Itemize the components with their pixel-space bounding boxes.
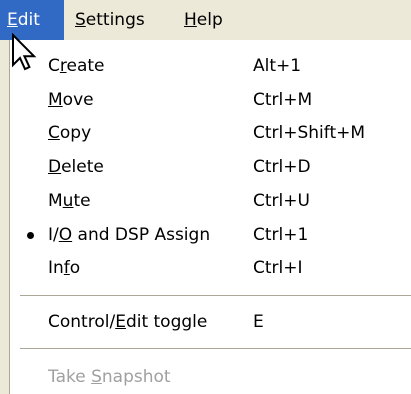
label-suffix: o bbox=[69, 258, 81, 278]
label-suffix: elete bbox=[61, 157, 104, 177]
label-suffix: and DSP Assign bbox=[72, 225, 211, 245]
menu-separator bbox=[20, 348, 411, 350]
label-mnemonic: D bbox=[48, 157, 62, 177]
menu-item-mute-label: Mute bbox=[48, 185, 91, 218]
label-prefix: Take bbox=[48, 367, 92, 387]
label-mnemonic: S bbox=[91, 367, 102, 387]
label-prefix: I/ bbox=[48, 225, 59, 245]
label-suffix: napshot bbox=[101, 367, 171, 387]
menu-help[interactable]: Help bbox=[175, 0, 232, 40]
menu-edit[interactable]: Edit bbox=[0, 0, 64, 40]
menu-item-mute[interactable]: Mute Ctrl+U bbox=[10, 185, 411, 218]
menu-item-info[interactable]: Info Ctrl+I bbox=[10, 252, 411, 285]
menu-item-create-shortcut: Alt+1 bbox=[253, 56, 302, 76]
menu-item-move-shortcut: Ctrl+M bbox=[253, 90, 313, 110]
menu-item-control-edit-toggle[interactable]: Control/Edit toggle E bbox=[10, 306, 411, 339]
menu-item-create-label: Create bbox=[48, 50, 105, 83]
label-prefix: C bbox=[48, 56, 60, 76]
label-suffix: ove bbox=[62, 90, 94, 110]
menu-item-io-dsp-assign-shortcut: Ctrl+1 bbox=[253, 225, 309, 245]
menu-item-take-snapshot-label: Take Snapshot bbox=[48, 361, 171, 394]
label-suffix: opy bbox=[59, 123, 92, 143]
menu-edit-mnemonic: E bbox=[7, 10, 18, 30]
label-prefix: In bbox=[48, 258, 64, 278]
menu-item-io-dsp-assign-label: I/O and DSP Assign bbox=[48, 219, 210, 252]
label-prefix: Control/ bbox=[48, 312, 116, 332]
menu-settings-label: ettings bbox=[85, 10, 145, 30]
label-mnemonic: r bbox=[59, 56, 67, 76]
menu-item-io-dsp-assign[interactable]: I/O and DSP Assign Ctrl+1 bbox=[10, 219, 411, 252]
menu-item-delete-shortcut: Ctrl+D bbox=[253, 157, 311, 177]
menu-item-info-label: Info bbox=[48, 252, 80, 285]
label-suffix: te bbox=[73, 191, 91, 211]
label-mnemonic: E bbox=[115, 312, 126, 332]
menu-item-move-label: Move bbox=[48, 84, 94, 117]
menu-item-take-snapshot: Take Snapshot bbox=[10, 361, 411, 394]
menu-item-copy[interactable]: Copy Ctrl+Shift+M bbox=[10, 117, 411, 150]
menu-item-copy-shortcut: Ctrl+Shift+M bbox=[253, 123, 366, 143]
label-mnemonic: M bbox=[48, 90, 63, 110]
menu-item-move[interactable]: Move Ctrl+M bbox=[10, 84, 411, 117]
menu-item-delete-label: Delete bbox=[48, 151, 104, 184]
label-mnemonic: u bbox=[62, 191, 74, 211]
menu-item-mute-shortcut: Ctrl+U bbox=[253, 191, 310, 211]
menu-edit-label: dit bbox=[17, 10, 40, 30]
menu-help-label: elp bbox=[196, 10, 223, 30]
menu-settings-mnemonic: S bbox=[75, 10, 86, 30]
label-prefix: M bbox=[48, 191, 63, 211]
menu-item-control-edit-toggle-label: Control/Edit toggle bbox=[48, 306, 207, 339]
label-mnemonic: O bbox=[58, 225, 73, 245]
menu-item-info-shortcut: Ctrl+I bbox=[253, 258, 303, 278]
menu-help-mnemonic: H bbox=[184, 10, 197, 30]
radio-bullet-icon bbox=[27, 232, 34, 239]
menu-bar: Edit Settings Help bbox=[0, 0, 411, 40]
menu-item-copy-label: Copy bbox=[48, 117, 91, 150]
menu-item-delete[interactable]: Delete Ctrl+D bbox=[10, 151, 411, 184]
label-mnemonic: C bbox=[48, 123, 60, 143]
menu-item-control-edit-toggle-shortcut: E bbox=[253, 312, 264, 332]
menu-item-create[interactable]: Create Alt+1 bbox=[10, 50, 411, 83]
dropdown-left-edge bbox=[0, 40, 10, 394]
menu-settings[interactable]: Settings bbox=[66, 0, 154, 40]
label-suffix: eate bbox=[66, 56, 105, 76]
menu-separator bbox=[20, 295, 411, 297]
label-suffix: dit toggle bbox=[125, 312, 208, 332]
